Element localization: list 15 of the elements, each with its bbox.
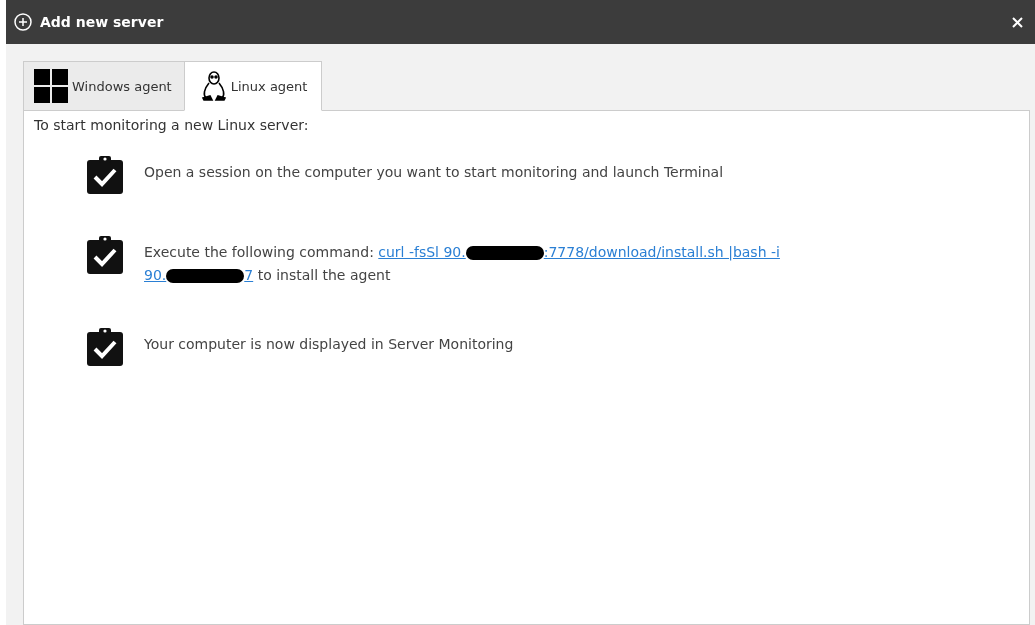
plus-circle-icon [14,13,32,31]
tab[interactable]: Windows agent [23,61,185,111]
step-text: to install the agent [256,267,391,283]
intro-text: To start monitoring a new Linux server: [34,117,310,133]
command-link[interactable]: 90. [144,267,167,283]
tab[interactable]: Linux agent [183,61,323,111]
step-text: Your computer is now displayed in Server Monitoring [144,336,514,352]
window-title: Add new server [40,14,165,30]
command-link[interactable]: curl -fsSl 90. [378,244,466,260]
windows-logo-icon [34,69,68,103]
command-link[interactable]: 7 [244,267,254,283]
step-text: Execute the following command: [144,244,375,260]
command-link[interactable]: :7778/download/install.sh |bash -i [543,244,780,260]
step-text: Open a session on the computer you want to start monitoring and launch Terminal [144,164,724,180]
penguin-icon [200,71,227,101]
